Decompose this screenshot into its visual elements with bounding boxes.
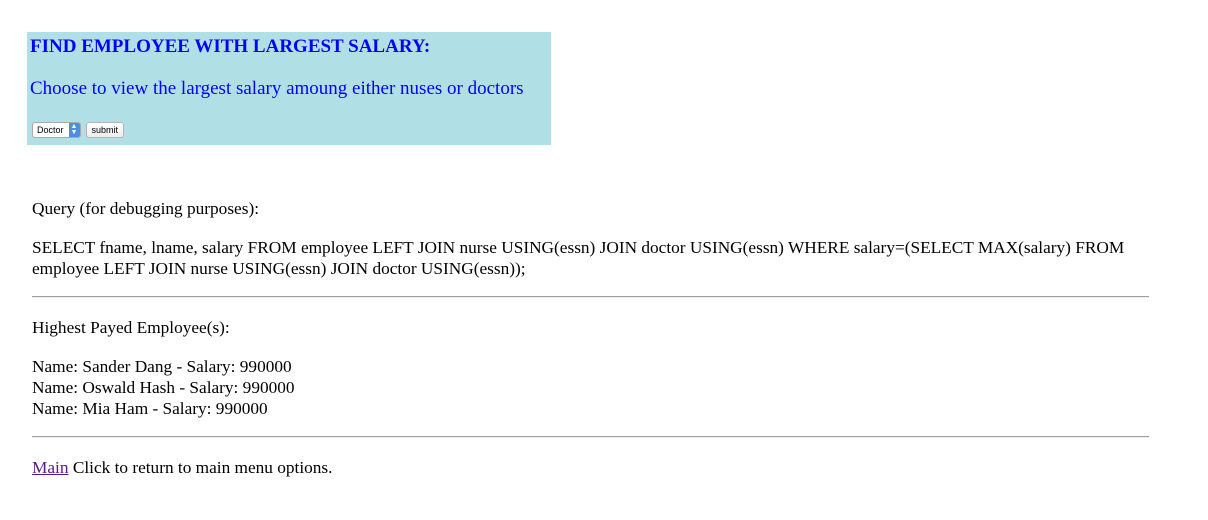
divider bbox=[32, 296, 1149, 298]
submit-button[interactable]: submit bbox=[85, 122, 125, 138]
result-row: Name: Oswald Hash - Salary: 990000 bbox=[32, 378, 295, 397]
select-value: Doctor bbox=[37, 125, 64, 135]
footer-text: Click to return to main menu options. bbox=[72, 458, 333, 477]
form-title: FIND EMPLOYEE WITH LARGEST SALARY: bbox=[30, 36, 431, 57]
result-row: Name: Mia Ham - Salary: 990000 bbox=[32, 399, 268, 418]
result-row: Name: Sander Dang - Salary: 990000 bbox=[32, 357, 292, 376]
divider bbox=[32, 436, 1149, 438]
results-label: Highest Payed Employee(s): bbox=[32, 318, 230, 337]
footer: Main Click to return to main menu option… bbox=[32, 457, 332, 478]
form-description: Choose to view the largest salary amoung… bbox=[30, 78, 524, 99]
form-controls: Doctor ▲ ▼ submit bbox=[32, 122, 125, 138]
query-label: Query (for debugging purposes): bbox=[32, 199, 260, 218]
results-list: Name: Sander Dang - Salary: 990000 Name:… bbox=[32, 356, 295, 419]
employee-type-select[interactable]: Doctor ▲ ▼ bbox=[32, 122, 81, 138]
query-sql: SELECT fname, lname, salary FROM employe… bbox=[32, 238, 1125, 278]
select-arrows-icon: ▲ ▼ bbox=[68, 123, 80, 137]
main-link[interactable]: Main bbox=[32, 458, 68, 477]
salary-form-panel: FIND EMPLOYEE WITH LARGEST SALARY: Choos… bbox=[27, 32, 551, 145]
